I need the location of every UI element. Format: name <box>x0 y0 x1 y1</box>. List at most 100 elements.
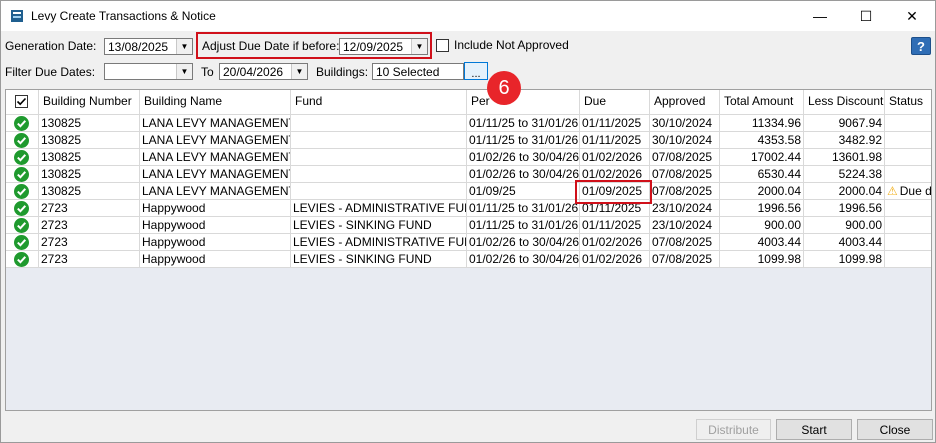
cell-building-number[interactable]: 2723 <box>39 217 140 234</box>
cell-approved[interactable]: 07/08/2025 <box>650 251 720 268</box>
cell-fund[interactable]: LEVIES - ADMINISTRATIVE FUND <box>291 234 467 251</box>
cell-approved[interactable]: 30/10/2024 <box>650 115 720 132</box>
row-status-cell[interactable] <box>6 183 39 200</box>
cell-discount[interactable]: 2000.04 <box>804 183 885 200</box>
filter-to-date-picker[interactable]: 20/04/2026 ▼ <box>219 63 308 80</box>
maximize-button[interactable]: ☐ <box>843 1 889 31</box>
cell-discount[interactable]: 9067.94 <box>804 115 885 132</box>
cell-total[interactable]: 11334.96 <box>720 115 804 132</box>
cell-building-number[interactable]: 130825 <box>39 115 140 132</box>
cell-building-number[interactable]: 130825 <box>39 132 140 149</box>
adjust-due-date-picker[interactable]: 12/09/2025 ▼ <box>339 38 428 55</box>
table-row[interactable]: 130825 LANA LEVY MANAGEMENT 01/02/26 to 30… <box>6 149 931 166</box>
col-header-due[interactable]: Due <box>580 90 650 115</box>
cell-period[interactable]: 01/02/26 to 30/04/26 <box>467 251 580 268</box>
cell-total[interactable]: 2000.04 <box>720 183 804 200</box>
row-status-cell[interactable] <box>6 132 39 149</box>
cell-discount[interactable]: 3482.92 <box>804 132 885 149</box>
row-status-cell[interactable] <box>6 234 39 251</box>
cell-discount[interactable]: 4003.44 <box>804 234 885 251</box>
cell-total[interactable]: 4353.58 <box>720 132 804 149</box>
row-status-cell[interactable] <box>6 200 39 217</box>
cell-building-number[interactable]: 2723 <box>39 234 140 251</box>
col-header-building-name[interactable]: Building Name <box>140 90 291 115</box>
cell-fund[interactable] <box>291 183 467 200</box>
row-status-cell[interactable] <box>6 217 39 234</box>
cell-building-name[interactable]: Happywood <box>140 217 291 234</box>
cell-approved[interactable]: 23/10/2024 <box>650 200 720 217</box>
cell-building-name[interactable]: Happywood <box>140 251 291 268</box>
table-row[interactable]: 130825 LANA LEVY MANAGEMENT 01/11/25 to 31… <box>6 132 931 149</box>
cell-building-number[interactable]: 2723 <box>39 251 140 268</box>
cell-fund[interactable] <box>291 149 467 166</box>
cell-approved[interactable]: 07/08/2025 <box>650 234 720 251</box>
cell-approved[interactable]: 07/08/2025 <box>650 149 720 166</box>
chevron-down-icon[interactable]: ▼ <box>176 39 192 54</box>
cell-discount[interactable]: 900.00 <box>804 217 885 234</box>
include-not-approved-checkbox[interactable] <box>436 39 449 52</box>
table-row[interactable]: 2723 Happywood LEVIES - ADMINISTRATIVE FUN… <box>6 200 931 217</box>
cell-fund[interactable]: LEVIES - SINKING FUND <box>291 251 467 268</box>
row-status-cell[interactable] <box>6 115 39 132</box>
cell-building-number[interactable]: 130825 <box>39 183 140 200</box>
cell-building-name[interactable]: Happywood <box>140 234 291 251</box>
cell-building-name[interactable]: LANA LEVY MANAGEMENT <box>140 183 291 200</box>
cell-period[interactable]: 01/09/25 <box>467 183 580 200</box>
cell-status[interactable] <box>885 166 931 183</box>
levy-grid[interactable]: Building Number Building Name Fund Per D… <box>5 89 932 411</box>
col-header-less-discount[interactable]: Less Discount <box>804 90 885 115</box>
cell-total[interactable]: 6530.44 <box>720 166 804 183</box>
generation-date-picker[interactable]: 13/08/2025 ▼ <box>104 38 193 55</box>
cell-approved[interactable]: 07/08/2025 <box>650 166 720 183</box>
table-row[interactable]: 130825 LANA LEVY MANAGEMENT 01/11/25 to 31… <box>6 115 931 132</box>
cell-period[interactable]: 01/02/26 to 30/04/26 <box>467 166 580 183</box>
cell-period[interactable]: 01/02/26 to 30/04/26 <box>467 149 580 166</box>
col-header-status[interactable]: Status <box>885 90 931 115</box>
cell-building-name[interactable]: LANA LEVY MANAGEMENT <box>140 115 291 132</box>
table-row[interactable]: 130825 LANA LEVY MANAGEMENT 01/02/26 to 30… <box>6 166 931 183</box>
table-row[interactable]: 2723 Happywood LEVIES - SINKING FUND 01/02/… <box>6 251 931 268</box>
cell-period[interactable]: 01/11/25 to 31/01/26 <box>467 200 580 217</box>
chevron-down-icon[interactable]: ▼ <box>411 39 427 54</box>
start-button[interactable]: Start <box>776 419 852 440</box>
row-status-cell[interactable] <box>6 251 39 268</box>
help-button[interactable]: ? <box>911 37 931 55</box>
cell-period[interactable]: 01/11/25 to 31/01/26 <box>467 115 580 132</box>
cell-fund[interactable] <box>291 132 467 149</box>
cell-period[interactable]: 01/11/25 to 31/01/26 <box>467 217 580 234</box>
cell-status[interactable] <box>885 149 931 166</box>
table-row[interactable]: 2723 Happywood LEVIES - ADMINISTRATIVE FUN… <box>6 234 931 251</box>
cell-due[interactable]: 01/02/2026 <box>580 149 650 166</box>
chevron-down-icon[interactable]: ▼ <box>176 64 192 79</box>
cell-discount[interactable]: 13601.98 <box>804 149 885 166</box>
cell-fund[interactable] <box>291 166 467 183</box>
cell-fund[interactable]: LEVIES - ADMINISTRATIVE FUND <box>291 200 467 217</box>
cell-due[interactable]: 01/11/2025 <box>580 115 650 132</box>
cell-period[interactable]: 01/02/26 to 30/04/26 <box>467 234 580 251</box>
table-row[interactable]: 2723 Happywood LEVIES - SINKING FUND 01/11/… <box>6 217 931 234</box>
cell-status[interactable] <box>885 132 931 149</box>
cell-period[interactable]: 01/11/25 to 31/01/26 <box>467 132 580 149</box>
cell-discount[interactable]: 1099.98 <box>804 251 885 268</box>
cell-building-number[interactable]: 130825 <box>39 149 140 166</box>
cell-building-number[interactable]: 130825 <box>39 166 140 183</box>
cell-building-name[interactable]: LANA LEVY MANAGEMENT <box>140 166 291 183</box>
chevron-down-icon[interactable]: ▼ <box>291 64 307 79</box>
row-status-cell[interactable] <box>6 149 39 166</box>
col-header-fund[interactable]: Fund <box>291 90 467 115</box>
cell-total[interactable]: 1996.56 <box>720 200 804 217</box>
table-row[interactable]: 130825 LANA LEVY MANAGEMENT 01/09/25 01/09/… <box>6 183 931 200</box>
cell-approved[interactable]: 30/10/2024 <box>650 132 720 149</box>
cell-total[interactable]: 4003.44 <box>720 234 804 251</box>
minimize-button[interactable]: — <box>797 1 843 31</box>
cell-due[interactable]: 01/02/2026 <box>580 234 650 251</box>
cell-status[interactable] <box>885 200 931 217</box>
cell-building-name[interactable]: LANA LEVY MANAGEMENT <box>140 149 291 166</box>
cell-approved[interactable]: 23/10/2024 <box>650 217 720 234</box>
close-window-button[interactable]: ✕ <box>889 1 935 31</box>
cell-status[interactable] <box>885 115 931 132</box>
select-all-checkbox[interactable] <box>15 95 28 108</box>
cell-total[interactable]: 900.00 <box>720 217 804 234</box>
cell-status[interactable] <box>885 251 931 268</box>
cell-discount[interactable]: 5224.38 <box>804 166 885 183</box>
